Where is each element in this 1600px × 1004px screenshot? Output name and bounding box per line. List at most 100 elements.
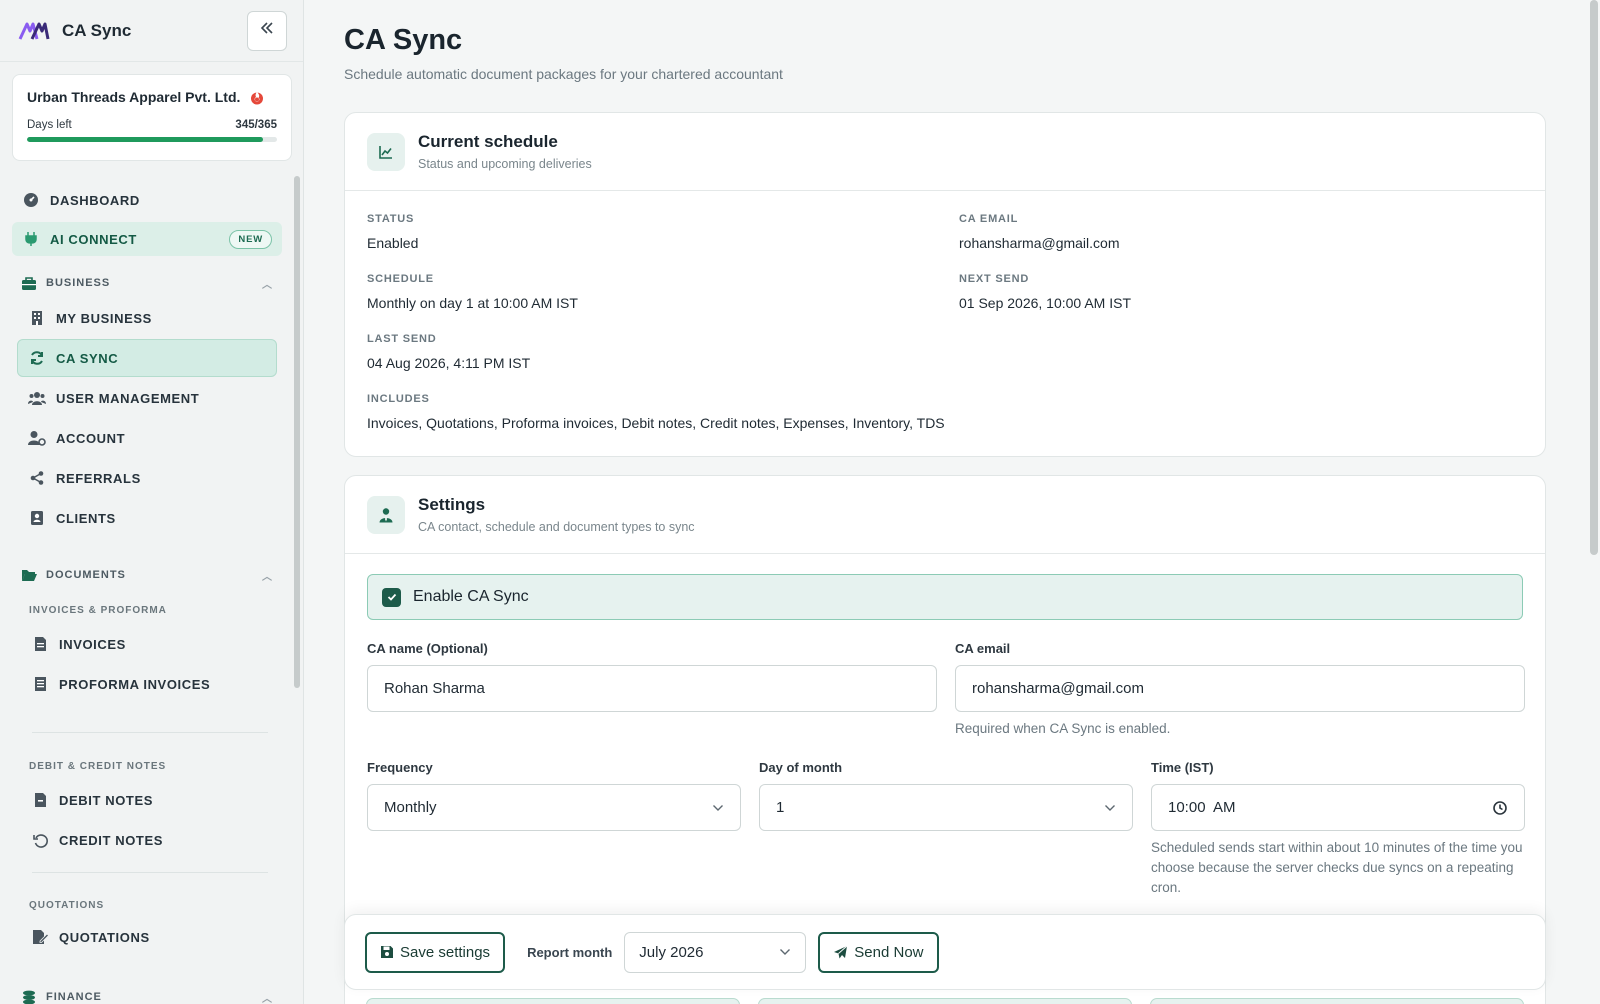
page-title: CA Sync [344,24,463,56]
sidebar-item-label: MY BUSINESS [56,310,152,326]
section-label: BUSINESS [46,277,111,289]
debit-note-icon [31,791,49,809]
sidebar-item-quotations[interactable]: QUOTATIONS [31,925,150,949]
section-label: FINANCE [46,991,102,1003]
coins-icon [20,988,38,1004]
checkbox-checked-icon[interactable] [382,587,401,607]
receipt-icon [31,675,49,693]
days-left-value: 345/365 [235,119,277,131]
time-input[interactable]: 10:00 AM [1151,784,1525,831]
enable-ca-sync-label: Enable CA Sync [413,588,529,605]
ca-email-help: Required when CA Sync is enabled. [955,721,1171,736]
file-signature-icon [31,928,49,946]
report-month-value: July 2026 [639,943,704,961]
sidebar-item-referrals[interactable]: REFERRALS [28,466,141,490]
save-settings-label: Save settings [400,943,491,961]
send-now-label: Send Now [854,943,924,961]
ca-email-input-value: rohansharma@gmail.com [972,680,1144,697]
ca-name-label: CA name (Optional) [367,641,488,656]
time-help: Scheduled sends start within about 10 mi… [1151,840,1523,895]
sync-icon [28,349,46,367]
chevron-up-icon: ︿ [262,571,273,583]
next-send-value: 01 Sep 2026, 10:00 AM IST [959,295,1132,311]
card-header-text: Current schedule Status and upcoming del… [418,132,592,171]
sidebar-item-label: CREDIT NOTES [59,832,163,848]
card-header: Settings CA contact, schedule and docume… [345,476,1545,554]
report-month-label: Report month [527,944,613,960]
card-subtitle: Status and upcoming deliveries [418,157,592,171]
flame-icon [249,89,265,105]
chevron-up-icon: ︿ [262,993,273,1004]
chart-line-icon [367,132,405,171]
ca-name-input[interactable]: Rohan Sharma [367,665,937,712]
floppy-disk-icon [380,945,394,959]
card-header-text: Settings CA contact, schedule and docume… [418,495,695,534]
frequency-select[interactable]: Monthly [367,784,741,831]
sidebar-item-user-management[interactable]: USER MANAGEMENT [28,386,199,410]
schedule-label: SCHEDULE [367,273,434,285]
day-of-month-label: Day of month [759,760,843,775]
clock-icon[interactable] [1492,800,1508,816]
sidebar-item-label: QUOTATIONS [59,929,150,945]
ca-email-label: CA EMAIL [959,213,1019,225]
sidebar-item-dashboard[interactable]: DASHBOARD [22,186,140,214]
save-settings-button[interactable]: Save settings [365,931,506,973]
sidebar-item-clients[interactable]: CLIENTS [28,506,116,530]
schedule-value: Monthly on day 1 at 10:00 AM IST [367,295,578,311]
sidebar-item-invoices[interactable]: INVOICES [31,632,126,656]
sidebar-item-credit-notes[interactable]: CREDIT NOTES [31,828,163,852]
section-documents[interactable]: DOCUMENTS ︿ [20,566,272,584]
section-label: DOCUMENTS [46,569,126,581]
sidebar-scrollbar[interactable] [294,176,300,688]
org-card[interactable]: Urban Threads Apparel Pvt. Ltd. Days lef… [12,74,292,161]
sidebar-item-my-business[interactable]: MY BUSINESS [28,306,152,330]
divider [32,872,268,873]
sidebar-item-ca-sync[interactable]: CA SYNC [17,339,277,377]
time-label: Time (IST) [1151,760,1214,775]
page-subtitle: Schedule automatic document packages for… [344,66,783,82]
send-now-button[interactable]: Send Now [818,931,939,973]
plug-icon [22,230,40,248]
double-chevron-left-icon [259,19,275,42]
current-schedule-card: Current schedule Status and upcoming del… [344,112,1546,457]
ca-email-input[interactable]: rohansharma@gmail.com [955,665,1525,712]
org-name: Urban Threads Apparel Pvt. Ltd. [27,89,241,105]
ca-name-value: Rohan Sharma [384,680,485,697]
sidebar-item-account[interactable]: ACCOUNT [28,426,125,450]
collapse-sidebar-button[interactable] [247,10,287,51]
card-title: Settings [418,495,486,514]
app-logo [18,17,50,45]
invoice-icon [31,635,49,653]
days-progress-bar [27,137,277,142]
sidebar-item-ai-connect[interactable]: AI CONNECT NEW [12,222,282,256]
contact-book-icon [28,509,46,527]
day-of-month-value: 1 [776,799,785,816]
card-peek [366,998,740,1004]
app-name: CA Sync [62,20,132,40]
main-content: CA Sync Schedule automatic document pack… [304,0,1600,1004]
includes-label: INCLUDES [367,393,430,405]
sidebar-item-debit-notes[interactable]: DEBIT NOTES [31,788,153,812]
sidebar-item-proforma-invoices[interactable]: PROFORMA INVOICES [31,672,210,696]
building-icon [28,309,46,327]
sidebar-item-label: DEBIT NOTES [59,792,153,808]
status-value: Enabled [367,235,419,251]
section-business[interactable]: BUSINESS ︿ [20,274,272,292]
section-finance[interactable]: FINANCE ︿ [20,988,272,1004]
last-send-value: 04 Aug 2026, 4:11 PM IST [367,355,531,371]
card-title: Current schedule [418,132,558,151]
ca-email-field-label: CA email [955,641,1011,656]
report-month-select[interactable]: July 2026 [624,931,807,973]
subsection-debit-credit-notes: DEBIT & CREDIT NOTES [29,761,167,772]
sidebar-item-label: USER MANAGEMENT [56,390,200,406]
page-scrollbar[interactable] [1590,0,1598,555]
frequency-label: Frequency [367,760,433,775]
ca-email-value: rohansharma@gmail.com [959,235,1120,251]
day-of-month-select[interactable]: 1 [759,784,1133,831]
chevron-down-icon [779,948,791,956]
chevron-up-icon: ︿ [262,279,273,291]
folder-open-icon [20,566,38,584]
enable-ca-sync-toggle[interactable]: Enable CA Sync [367,574,1523,620]
includes-value: Invoices, Quotations, Proforma invoices,… [367,415,945,431]
subsection-quotations: QUOTATIONS [29,900,105,911]
